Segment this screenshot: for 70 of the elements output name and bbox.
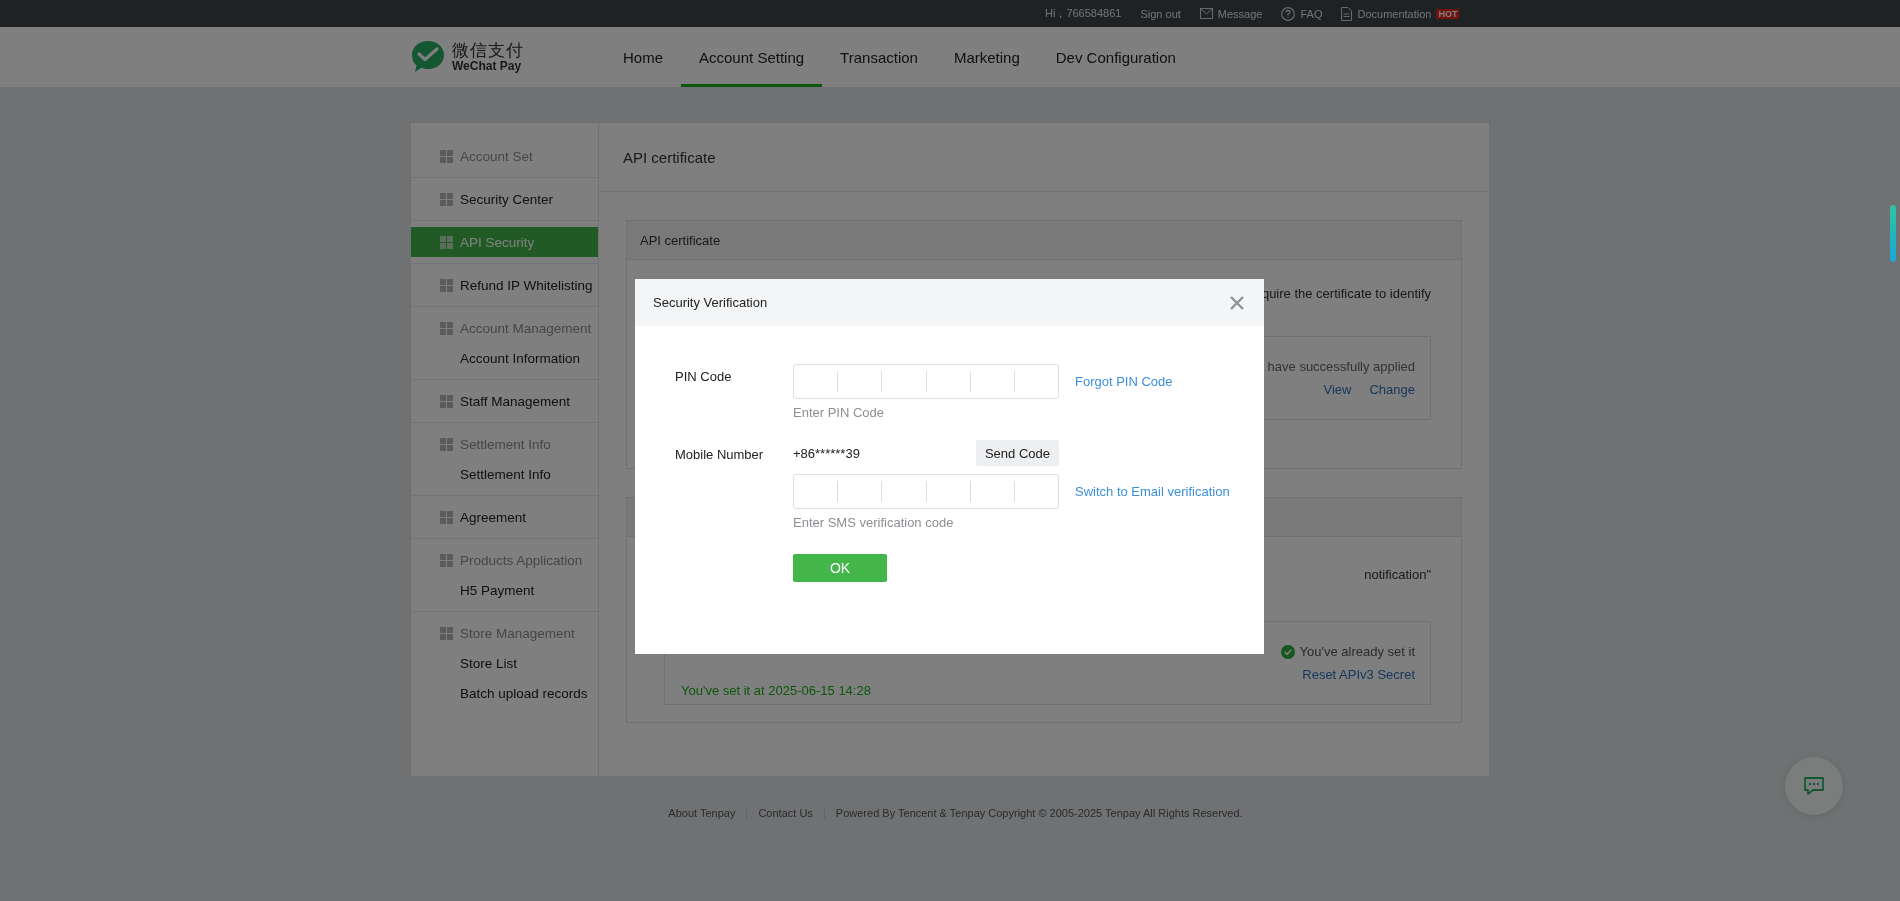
sidebar-item[interactable]: Security Center (411, 184, 598, 214)
grid-icon (440, 235, 453, 249)
sidebar-subitem[interactable]: Settlement Info (411, 459, 598, 489)
field-label: PIN Code (675, 368, 733, 386)
sidebar-item[interactable]: Refund IP Whitelisting (411, 270, 598, 300)
top-link[interactable]: Message (1199, 7, 1263, 20)
sidebar-subitem[interactable]: Batch upload records (411, 678, 598, 708)
grid-icon (440, 437, 453, 451)
grid-icon (440, 321, 453, 335)
sidebar-item[interactable]: Account Set (411, 141, 598, 171)
sidebar-item[interactable]: Products Application (411, 545, 598, 575)
sidebar-subitem[interactable]: Account Information (411, 343, 598, 373)
scrollbar-thumb[interactable] (1890, 205, 1896, 262)
footer-link[interactable]: About Tenpay (657, 807, 748, 819)
grid-icon (440, 192, 453, 206)
sidebar-item[interactable]: Account Management (411, 313, 598, 343)
nav-tab[interactable]: Account Setting (681, 27, 823, 87)
sidebar-subitem[interactable]: Store List (411, 648, 598, 678)
nav-tab[interactable]: Home (605, 27, 681, 87)
code-input-field[interactable] (793, 364, 1059, 399)
close-icon[interactable] (1230, 295, 1244, 310)
grid-icon (440, 626, 453, 640)
chat-icon (1803, 776, 1825, 796)
phone-number: +86******39 (793, 445, 860, 461)
field-hint: Enter SMS verification code (793, 515, 955, 530)
chat-check-logo-icon (410, 39, 446, 75)
panel-title: API certificate (640, 232, 721, 248)
grid-icon (440, 149, 453, 163)
sidebar-item[interactable]: Settlement Info (411, 429, 598, 459)
top-link[interactable]: Sign out (1140, 7, 1181, 20)
page-title: API certificate (623, 148, 716, 166)
grid-icon (440, 278, 453, 292)
send-code-button[interactable]: Send Code (975, 440, 1059, 466)
box-link[interactable]: View (1323, 382, 1352, 397)
document-icon (1341, 6, 1353, 21)
code-input-field[interactable] (793, 474, 1059, 509)
logo-subtitle: WeChat Pay (452, 59, 522, 73)
grid-icon (440, 553, 453, 567)
nav-tab[interactable]: Transaction (822, 27, 936, 87)
top-link[interactable]: FAQ (1281, 6, 1323, 21)
field-link[interactable]: Forgot PIN Code (1075, 374, 1173, 389)
ok-button[interactable]: OK (793, 554, 887, 582)
help-icon (1281, 6, 1296, 21)
logo-title: 微信支付 (452, 41, 524, 60)
field-link[interactable]: Switch to Email verification (1075, 484, 1230, 499)
copyright-text: Powered By Tencent & Tenpay Copyright © 2005-2025 Tenpay All Rights Reserved. (834, 807, 1243, 819)
sidebar-item[interactable]: API Security (411, 227, 598, 257)
check-circle-icon (1280, 644, 1295, 659)
mail-icon (1199, 8, 1213, 19)
nav-tab[interactable]: Marketing (935, 27, 1038, 87)
field-label: Mobile Number (675, 446, 765, 464)
sidebar-subitem[interactable]: H5 Payment (411, 575, 598, 605)
status-text: You've already set it (1299, 644, 1415, 659)
footer-link[interactable]: Contact Us (747, 807, 825, 819)
dialog-title: Security Verification (653, 295, 768, 310)
greeting: Hi，766584861 (1045, 6, 1122, 21)
top-link[interactable]: Documentation HOT (1341, 6, 1460, 21)
set-time-text: You've set it at 2025-06-15 14:28 (681, 683, 871, 698)
sidebar-item[interactable]: Staff Management (411, 386, 598, 416)
panel-text: notification" (1364, 567, 1431, 584)
hot-badge: HOT (1436, 8, 1460, 19)
field-hint: Enter PIN Code (793, 405, 886, 420)
grid-icon (440, 394, 453, 408)
grid-icon (440, 510, 453, 524)
sidebar-item[interactable]: Agreement (411, 502, 598, 532)
sidebar-item[interactable]: Store Management (411, 618, 598, 648)
nav-tab[interactable]: Dev Configuration (1037, 27, 1194, 87)
box-note: have successfully applied (1267, 359, 1415, 374)
box-link[interactable]: Change (1369, 382, 1415, 397)
box-link[interactable]: Reset APIv3 Secret (1302, 667, 1415, 682)
